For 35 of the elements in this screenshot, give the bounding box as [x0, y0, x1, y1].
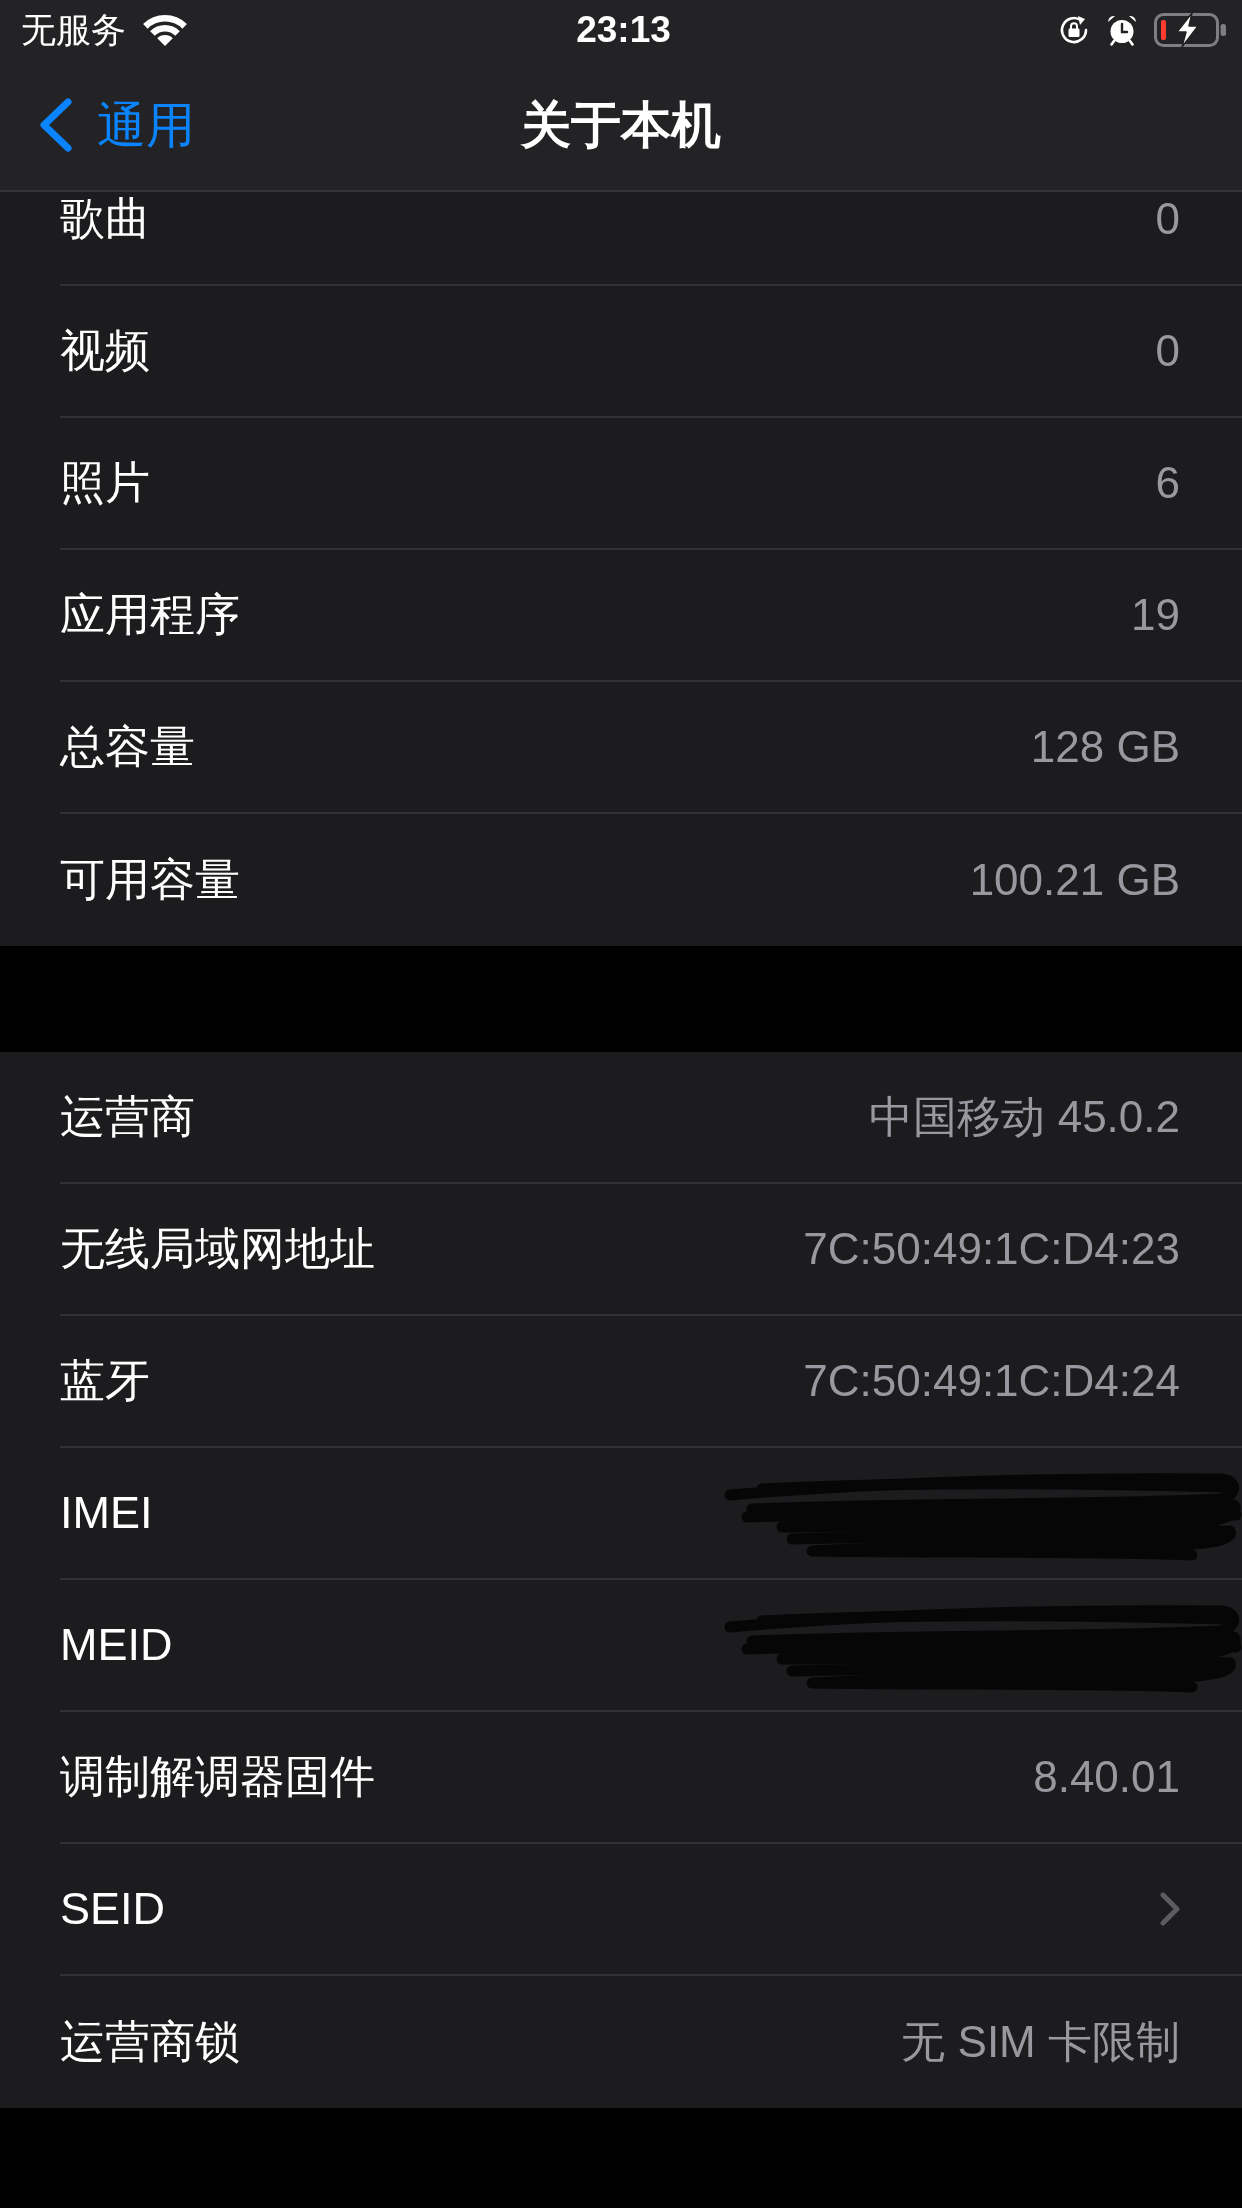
status-time: 23:13 [576, 9, 671, 51]
row-value: 7C:50:49:1C:D4:23 [803, 1222, 1180, 1275]
row-value: 0 [1155, 324, 1180, 377]
row-value: 128 GB [1030, 720, 1180, 773]
rotation-lock-icon [1058, 14, 1090, 46]
row-label: 歌曲 [60, 192, 150, 246]
row-label: 应用程序 [60, 588, 240, 642]
row-value: 100.21 GB [969, 853, 1180, 906]
row-label: IMEI [60, 1486, 153, 1540]
carrier-status: 无服务 [21, 10, 126, 50]
list-item[interactable]: SEID [60, 1844, 1242, 1976]
row-label: 蓝牙 [60, 1354, 150, 1408]
page-title: 关于本机 [521, 96, 721, 155]
row-value: 无 SIM 卡限制 [901, 2015, 1180, 2068]
row-label: 照片 [60, 456, 150, 510]
back-button[interactable]: 通用 [38, 95, 195, 155]
row-label: 运营商锁 [60, 2015, 240, 2069]
row-value: 8.40.01 [1033, 1750, 1180, 1803]
wifi-icon [142, 13, 188, 47]
chevron-right-icon [1160, 1892, 1180, 1926]
row-label: 无线局域网地址 [60, 1222, 375, 1276]
row-label: 可用容量 [60, 853, 240, 907]
alarm-clock-icon [1106, 14, 1138, 46]
row-label: MEID [60, 1618, 173, 1672]
row-value: 0 [1155, 192, 1180, 245]
row-label: 视频 [60, 324, 150, 378]
row-value: 中国移动 45.0.2 [869, 1090, 1180, 1143]
row-label: 总容量 [60, 720, 195, 774]
row-value: 19 [1131, 588, 1180, 641]
row-value: 6 [1155, 456, 1180, 509]
battery-charging-icon [1154, 13, 1226, 47]
row-label: 调制解调器固件 [60, 1750, 375, 1804]
row-value: 7C:50:49:1C:D4:24 [803, 1354, 1180, 1407]
chevron-left-icon [38, 98, 73, 152]
row-label: 运营商 [60, 1090, 195, 1144]
